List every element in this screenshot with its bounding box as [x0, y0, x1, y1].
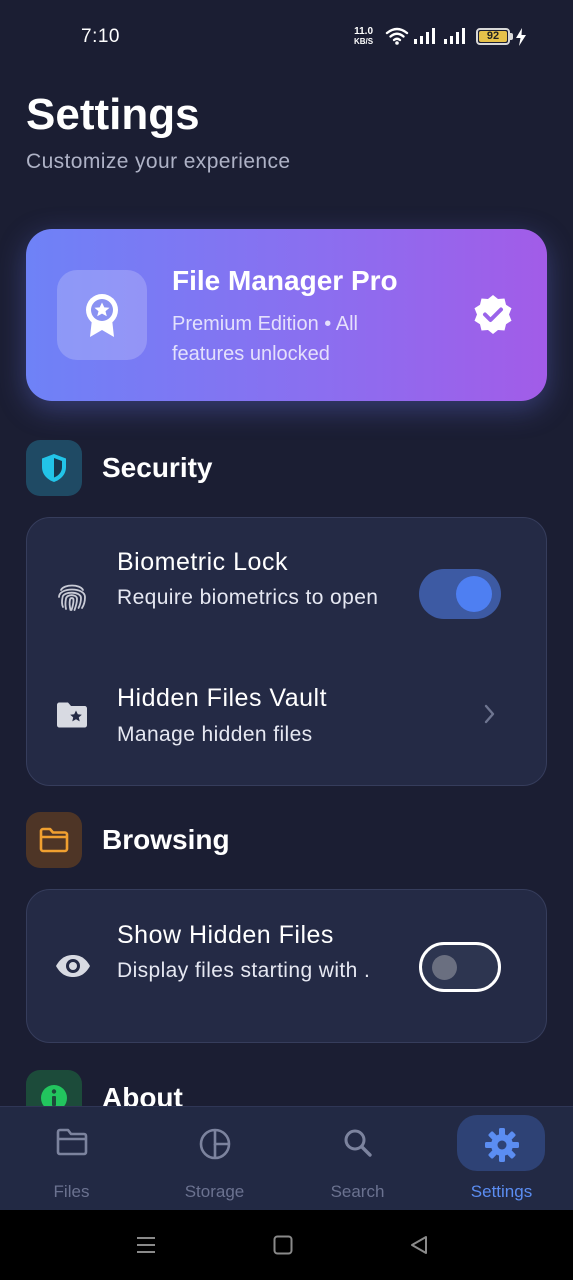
nav-label-files: Files — [53, 1182, 90, 1201]
gear-icon — [484, 1128, 519, 1162]
system-navigation-bar — [0, 1210, 573, 1280]
signal-icon — [444, 28, 465, 44]
folder-icon — [56, 1128, 87, 1156]
page-subtitle: Customize your experience — [26, 150, 291, 173]
menu-icon[interactable] — [135, 1235, 157, 1255]
show-hidden-files-toggle[interactable] — [419, 942, 501, 992]
security-section-title: Security — [102, 452, 213, 483]
battery-indicator: 92 — [476, 28, 510, 45]
fingerprint-icon — [58, 584, 86, 611]
search-icon — [344, 1129, 372, 1157]
pro-badge-box — [57, 270, 147, 360]
back-icon[interactable] — [408, 1234, 430, 1256]
pro-title: File Manager Pro — [172, 265, 398, 296]
network-speed-value: 11.0 — [354, 26, 374, 37]
show-hidden-files-description: Display files starting with . — [117, 959, 371, 982]
charging-bolt-icon — [516, 28, 526, 46]
browsing-section-title: Browsing — [102, 824, 230, 855]
pro-description: Premium Edition • All features unlocked — [172, 313, 358, 365]
biometric-lock-title: Biometric Lock — [117, 548, 288, 576]
home-icon[interactable] — [272, 1234, 294, 1256]
network-speed-unit: KB/S — [354, 37, 374, 46]
security-section-icon — [26, 440, 82, 496]
biometric-lock-description: Require biometrics to open — [117, 586, 379, 609]
verified-check-icon — [474, 295, 512, 334]
signal-icon — [414, 28, 435, 44]
nav-tab-files[interactable]: Files — [0, 1107, 143, 1211]
nav-label-settings: Settings — [470, 1182, 533, 1201]
page-title: Settings — [26, 90, 200, 139]
eye-icon — [56, 955, 90, 977]
award-ribbon-icon — [86, 294, 118, 337]
folder-star-icon — [57, 702, 87, 728]
pie-chart-icon — [199, 1128, 230, 1160]
hidden-files-vault-description: Manage hidden files — [117, 723, 313, 746]
hidden-files-vault-row[interactable]: Hidden Files Vault Manage hidden files — [27, 668, 546, 778]
nav-label-storage: Storage — [184, 1182, 245, 1201]
hidden-files-vault-title: Hidden Files Vault — [117, 684, 328, 712]
chevron-right-icon — [484, 704, 495, 724]
nav-tab-search[interactable]: Search — [286, 1107, 429, 1211]
folder-icon — [39, 827, 69, 853]
browsing-section-icon — [26, 812, 82, 868]
status-time: 7:10 — [81, 26, 120, 47]
show-hidden-files-title: Show Hidden Files — [117, 921, 334, 949]
security-card: Biometric Lock Require biometrics to ope… — [26, 517, 547, 786]
status-bar: 7:10 11.0 KB/S 92 — [0, 0, 573, 72]
nav-label-search: Search — [330, 1182, 385, 1201]
browsing-card: Show Hidden Files Display files starting… — [26, 889, 547, 1043]
pro-card[interactable]: File Manager Pro Premium Edition • All f… — [26, 229, 547, 401]
battery-level: 92 — [486, 30, 500, 42]
wifi-icon — [385, 27, 409, 45]
bottom-nav: Files Storage Search Settings — [0, 1106, 573, 1210]
shield-icon — [42, 454, 66, 482]
nav-tab-storage[interactable]: Storage — [143, 1107, 286, 1211]
biometric-lock-toggle[interactable] — [419, 569, 501, 619]
nav-tab-settings[interactable]: Settings — [430, 1107, 573, 1211]
network-speed: 11.0 KB/S — [354, 26, 374, 47]
